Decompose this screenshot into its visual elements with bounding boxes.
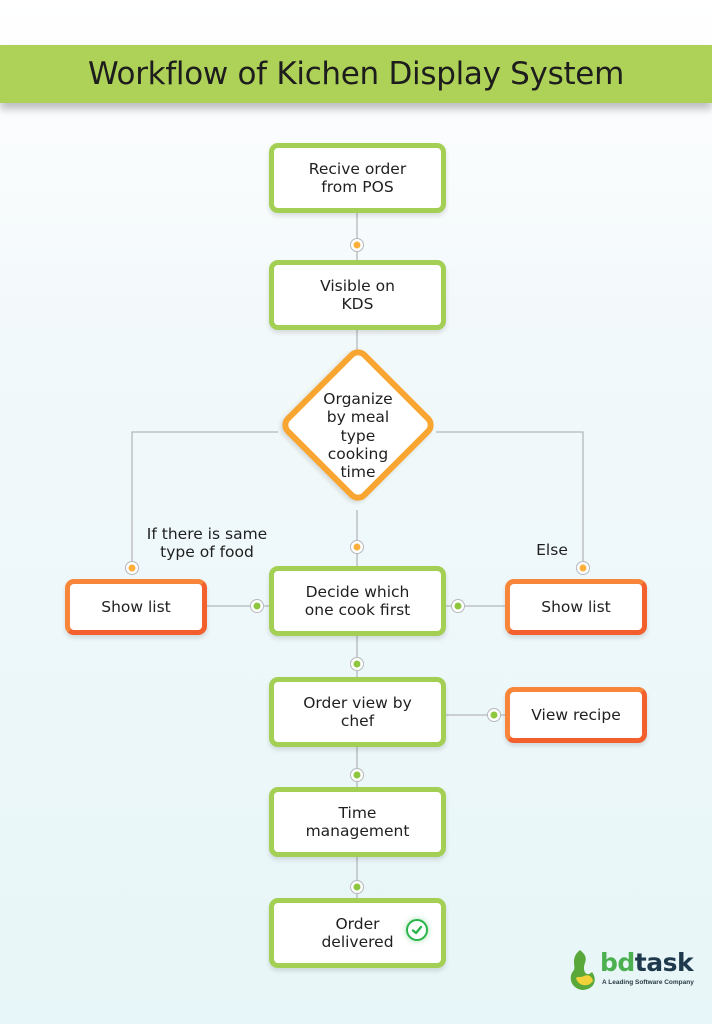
node-order-delivered-label: Order delivered	[321, 915, 394, 951]
branch-label-else: Else	[536, 541, 568, 559]
check-circle-icon	[406, 919, 428, 941]
dot-orange-right	[576, 561, 590, 575]
node-time-management: Time management	[269, 787, 446, 857]
dot-green-5	[350, 880, 364, 894]
node-show-list-left-label: Show list	[101, 598, 171, 616]
node-receive-order-label: Recive order from POS	[308, 160, 407, 196]
dot-green-recipe	[487, 708, 501, 722]
dot-orange-1	[350, 238, 364, 252]
node-show-list-left: Show list	[65, 579, 207, 635]
dot-green-3	[350, 657, 364, 671]
branch-label-same-food: If there is same type of food	[146, 525, 268, 561]
node-view-recipe: View recipe	[505, 687, 647, 743]
node-decide-label: Decide which one cook first	[304, 583, 411, 619]
dot-green-right	[451, 599, 465, 613]
node-visible-kds-label: Visible on KDS	[320, 277, 395, 313]
bdtask-logo: bdtask A Leading Software Company	[566, 948, 696, 992]
dot-green-4	[350, 768, 364, 782]
node-visible-kds: Visible on KDS	[269, 260, 446, 330]
node-receive-order: Recive order from POS	[269, 143, 446, 213]
node-show-list-right: Show list	[505, 579, 647, 635]
dot-green-left	[250, 599, 264, 613]
node-organize-label: Organize by meal type cooking time	[323, 390, 393, 482]
dot-orange-left	[125, 561, 139, 575]
node-time-management-label: Time management	[305, 804, 410, 840]
node-view-recipe-label: View recipe	[531, 706, 621, 724]
logo-tagline: A Leading Software Company	[602, 979, 694, 986]
logo-brand: bdtask	[600, 948, 694, 977]
dot-orange-2	[350, 540, 364, 554]
node-order-view-label: Order view by chef	[303, 694, 412, 730]
leaf-drop-icon	[570, 950, 595, 990]
node-decide: Decide which one cook first	[269, 566, 446, 636]
node-order-view: Order view by chef	[269, 677, 446, 747]
node-show-list-right-label: Show list	[541, 598, 611, 616]
